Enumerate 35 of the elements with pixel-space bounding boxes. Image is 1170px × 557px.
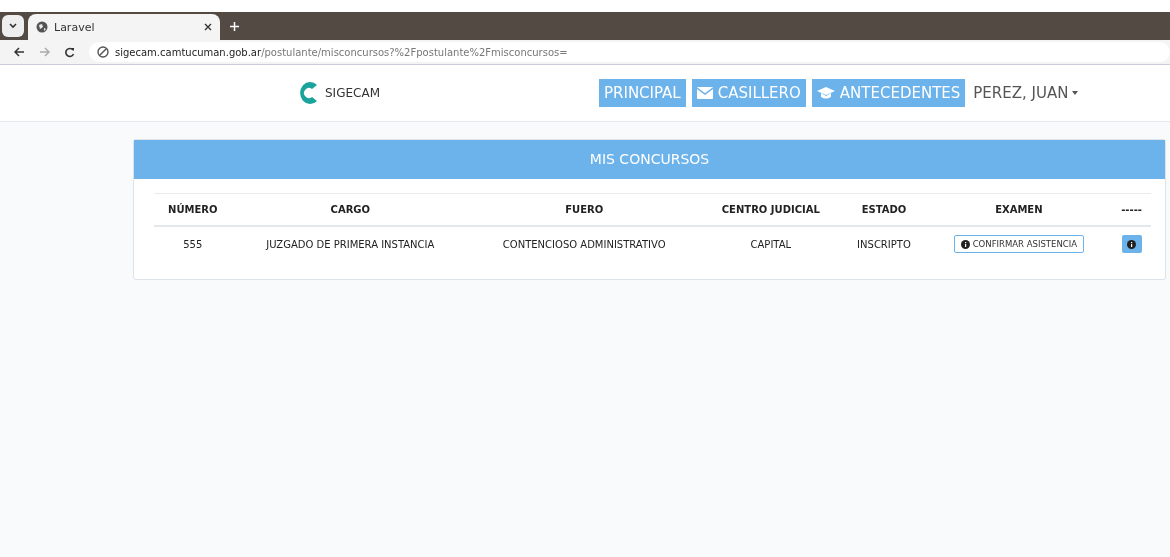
tab-title: Laravel — [54, 20, 96, 34]
graduation-cap-icon — [816, 87, 835, 99]
logo-icon — [297, 80, 319, 106]
table-cell: JUZGADO DE PRIMERA INSTANCIA — [231, 226, 470, 261]
info-icon — [960, 239, 970, 249]
column-header: ESTADO — [842, 193, 926, 226]
user-menu[interactable]: PEREZ, JUAN — [973, 84, 1079, 102]
address-bar[interactable]: sigecam.camtucuman.gob.ar/postulante/misconcursos?%2Fpostulante%2Fmisconcursos= — [89, 42, 1170, 62]
brand-name[interactable]: SIGECAM — [325, 86, 380, 100]
plus-icon[interactable] — [230, 22, 239, 31]
url-text: sigecam.camtucuman.gob.ar/postulante/misconcursos?%2Fpostulante%2Fmisconcursos= — [115, 45, 568, 59]
info-icon — [1127, 239, 1137, 249]
column-header: EXAMEN — [925, 193, 1113, 226]
browser-tab[interactable]: Laravel — [28, 14, 220, 40]
site-info-icon — [97, 46, 109, 58]
tab-list-button[interactable] — [2, 15, 24, 37]
table-cell: CAPITAL — [699, 226, 843, 261]
chevron-down-icon — [9, 23, 17, 29]
envelope-icon — [696, 87, 713, 99]
column-header: ----- — [1112, 193, 1151, 226]
column-header: NÚMERO — [154, 193, 232, 226]
confirm-button[interactable]: CONFIRMAR ASISTENCIA — [953, 235, 1084, 253]
table-cell: 555 — [154, 226, 232, 261]
caret-icon — [1072, 91, 1079, 95]
info-button[interactable] — [1121, 235, 1142, 253]
panel-title: MIS CONCURSOS — [134, 140, 1165, 179]
column-header: CENTRO JUDICIAL — [699, 193, 843, 226]
table-cell: CONTENCIOSO ADMINISTRATIVO — [469, 226, 700, 261]
column-header: CARGO — [231, 193, 470, 226]
close-icon — [204, 23, 212, 31]
back-arrow-icon[interactable] — [14, 47, 25, 57]
column-header: FUERO — [469, 193, 700, 226]
globe-icon — [36, 21, 48, 33]
reload-icon[interactable] — [64, 46, 75, 58]
table-cell: INSCRIPTO — [842, 226, 926, 261]
